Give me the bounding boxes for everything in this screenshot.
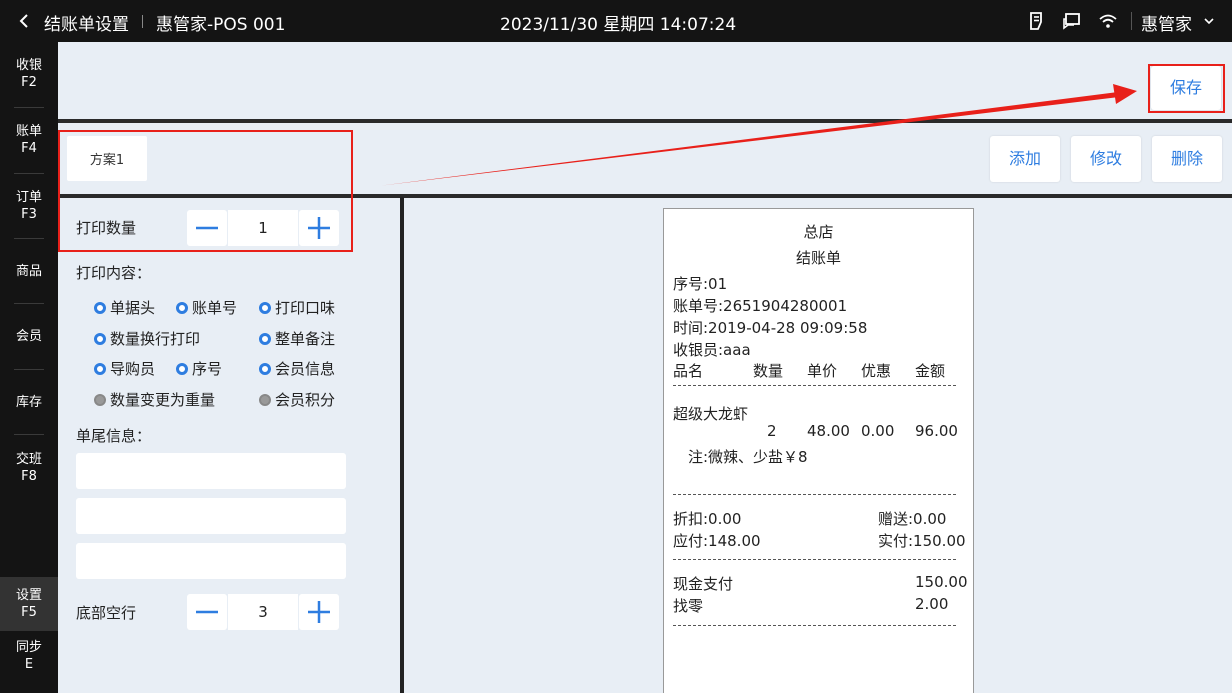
annotation-arrow (378, 84, 1137, 186)
